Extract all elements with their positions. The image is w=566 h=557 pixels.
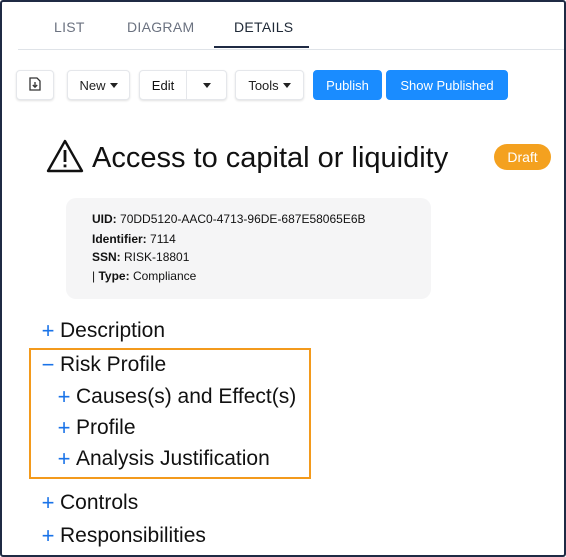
- identifier-label: Identifier:: [92, 232, 147, 246]
- tree-item-label: Responsibilities: [60, 524, 206, 547]
- tree-item-label: Description: [60, 319, 166, 342]
- expand-plus-icon: +: [57, 415, 71, 440]
- new-dropdown-button[interactable]: New: [67, 70, 130, 100]
- show-published-button[interactable]: Show Published: [386, 70, 508, 100]
- tree-item-label: Causes(s) and Effect(s): [76, 385, 297, 408]
- status-badge: Draft: [494, 144, 551, 170]
- active-tab-indicator: [214, 46, 309, 48]
- expand-plus-icon: +: [57, 384, 71, 409]
- ssn-value: RISK-18801: [124, 250, 190, 264]
- tree-item-description[interactable]: + Description: [40, 319, 165, 343]
- tree-item-responsibilities[interactable]: + Responsibilities: [40, 524, 206, 548]
- file-download-icon: [29, 76, 41, 94]
- ssn-label: SSN:: [92, 250, 121, 264]
- tree-item-profile[interactable]: + Profile: [56, 416, 136, 440]
- tree-item-label: Controls: [60, 491, 139, 514]
- tree-item-label: Analysis Justification: [76, 447, 270, 470]
- tree-item-analysis-justification[interactable]: + Analysis Justification: [56, 447, 270, 471]
- expand-plus-icon: +: [57, 446, 71, 471]
- tools-dropdown-button[interactable]: Tools: [235, 70, 304, 100]
- type-prefix: |: [92, 269, 96, 283]
- tab-diagram[interactable]: DIAGRAM: [127, 2, 194, 50]
- edit-button-group: Edit: [139, 70, 227, 100]
- ssn-row: SSN: RISK-18801: [92, 250, 189, 264]
- type-row: | Type: Compliance: [92, 269, 196, 283]
- tree-item-label: Risk Profile: [60, 353, 167, 376]
- publish-button[interactable]: Publish: [313, 70, 382, 100]
- tab-list[interactable]: LIST: [54, 2, 85, 50]
- expand-plus-icon: +: [41, 318, 55, 343]
- tree-item-label: Profile: [76, 416, 136, 439]
- type-value: Compliance: [132, 269, 197, 283]
- collapse-minus-icon: −: [41, 352, 55, 377]
- identifier-value: 7114: [150, 232, 176, 246]
- expand-plus-icon: +: [41, 490, 55, 515]
- type-label: Type:: [98, 269, 130, 283]
- uid-value: 70DD5120-AAC0-4713-96DE-687E58065E6B: [120, 212, 366, 226]
- uid-row: UID: 70DD5120-AAC0-4713-96DE-687E58065E6…: [92, 212, 366, 226]
- uid-label: UID:: [92, 212, 117, 226]
- tree-item-risk-profile[interactable]: − Risk Profile: [40, 352, 167, 377]
- record-info-card: UID: 70DD5120-AAC0-4713-96DE-687E58065E6…: [66, 198, 431, 299]
- edit-button[interactable]: Edit: [140, 71, 186, 99]
- warning-triangle-icon: [46, 139, 84, 178]
- chevron-down-icon: [203, 82, 211, 88]
- identifier-row: Identifier: 7114: [92, 232, 176, 246]
- tools-button-label: Tools: [248, 77, 279, 93]
- page-title: Access to capital or liquidity: [92, 141, 449, 174]
- chevron-down-icon: [282, 82, 291, 88]
- tab-details[interactable]: DETAILS: [234, 2, 293, 50]
- tree-item-causes-effects[interactable]: + Causes(s) and Effect(s): [56, 384, 297, 409]
- export-button[interactable]: [16, 70, 54, 100]
- edit-dropdown-toggle[interactable]: [187, 71, 227, 99]
- tree-item-controls[interactable]: + Controls: [40, 490, 139, 515]
- app-window: LIST DIAGRAM DETAILS New Edit Tools Publ…: [0, 0, 566, 557]
- new-button-label: New: [79, 77, 106, 93]
- tab-bar: LIST DIAGRAM DETAILS: [18, 2, 564, 50]
- chevron-down-icon: [109, 82, 118, 88]
- record-title-row: Access to capital or liquidity: [46, 138, 448, 178]
- expand-plus-icon: +: [41, 523, 55, 548]
